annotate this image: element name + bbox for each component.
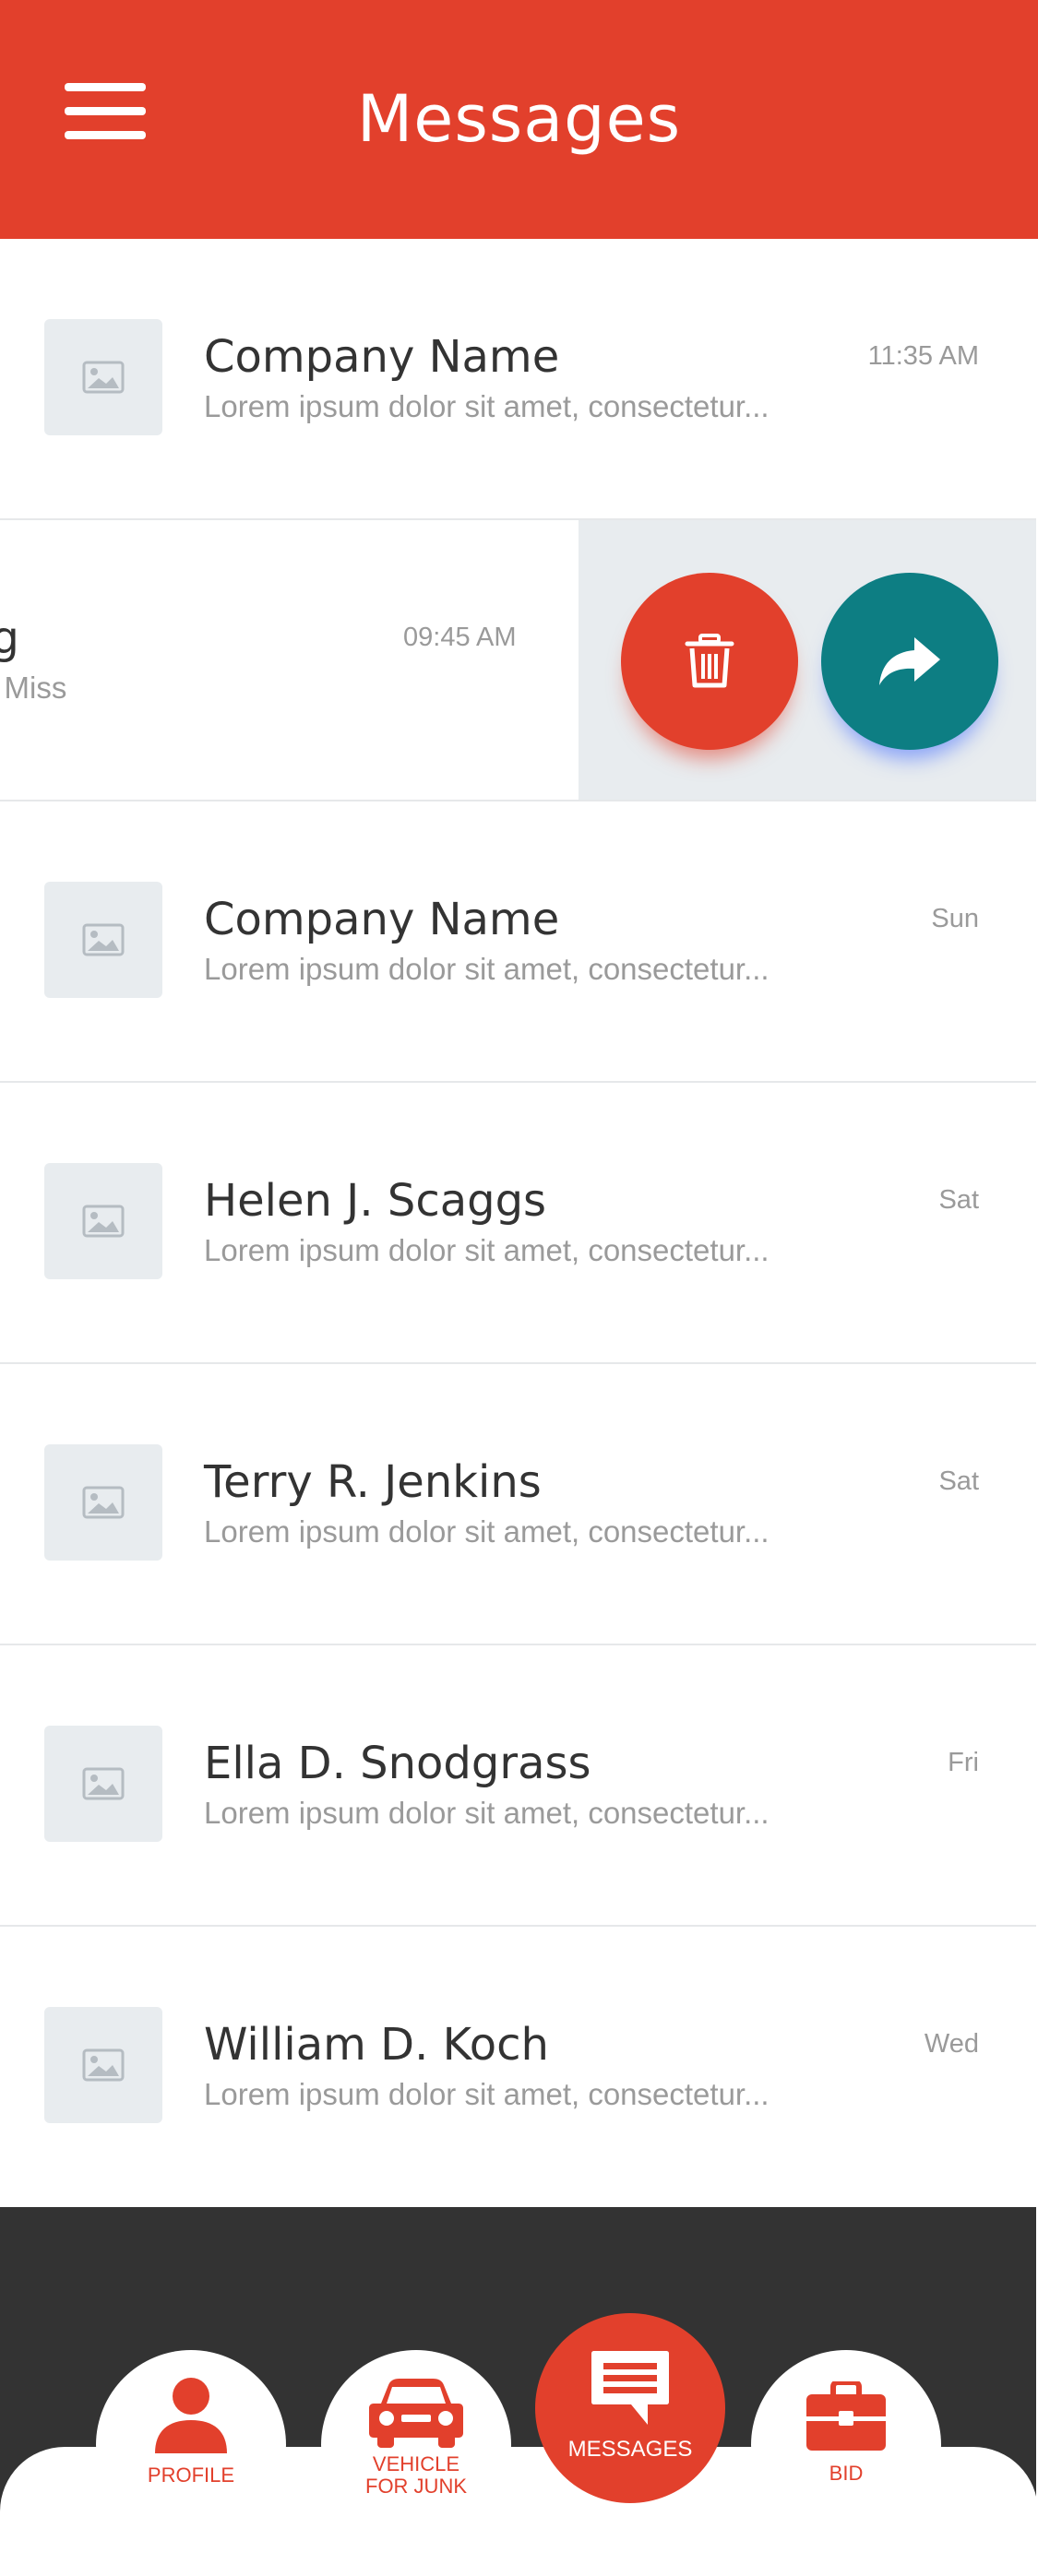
message-row-swiped[interactable]: ng or Miss 09:45 AM	[0, 520, 1036, 801]
briefcase-icon	[806, 2381, 886, 2451]
message-preview: Lorem ipsum dolor sit amet, consectetur.…	[204, 1233, 770, 1267]
message-sender: William D. Koch	[204, 2019, 549, 2071]
message-time: 11:35 AM	[867, 341, 979, 371]
nav-vehicle-label-line2: FOR JUNK	[365, 2475, 467, 2498]
message-preview: Lorem ipsum dolor sit amet, consectetur.…	[204, 1514, 770, 1549]
nav-messages[interactable]: MESSAGES	[535, 2313, 725, 2503]
image-placeholder-icon	[44, 319, 162, 435]
message-row[interactable]: Ella D. Snodgrass Lorem ipsum dolor sit …	[0, 1645, 1036, 1927]
image-placeholder-icon	[44, 1444, 162, 1561]
message-preview: Lorem ipsum dolor sit amet, consectetur.…	[204, 952, 770, 986]
app-header: Messages	[0, 0, 1038, 239]
car-icon	[369, 2379, 463, 2448]
message-preview: or Miss	[0, 671, 67, 705]
message-time: Wed	[924, 2029, 979, 2059]
message-time: Fri	[948, 1748, 979, 1777]
message-sender: Company Name	[204, 894, 560, 945]
message-row[interactable]: Company Name Lorem ipsum dolor sit amet,…	[0, 801, 1036, 1083]
message-time: 09:45 AM	[403, 623, 517, 652]
nav-profile[interactable]: PROFILE	[96, 2350, 286, 2540]
message-sender: ng	[0, 612, 19, 664]
person-icon	[155, 2378, 227, 2453]
message-preview: Lorem ipsum dolor sit amet, consectetur.…	[204, 2077, 770, 2111]
message-row[interactable]: Terry R. Jenkins Lorem ipsum dolor sit a…	[0, 1364, 1036, 1645]
swipe-actions	[579, 520, 1036, 800]
forward-arrow-icon	[879, 637, 940, 685]
image-placeholder-icon	[44, 2007, 162, 2123]
trash-icon	[685, 634, 734, 688]
message-time: Sat	[938, 1466, 979, 1496]
message-sender: Terry R. Jenkins	[204, 1456, 542, 1508]
nav-bid[interactable]: BID	[751, 2350, 941, 2540]
message-row[interactable]: William D. Koch Lorem ipsum dolor sit am…	[0, 1927, 1036, 2208]
nav-profile-label: PROFILE	[147, 2463, 235, 2487]
nav-messages-label: MESSAGES	[567, 2437, 693, 2462]
delete-button[interactable]	[621, 573, 798, 750]
message-row[interactable]: Helen J. Scaggs Lorem ipsum dolor sit am…	[0, 1083, 1036, 1364]
message-row[interactable]: Company Name Lorem ipsum dolor sit amet,…	[0, 239, 1036, 520]
message-sender: Company Name	[204, 331, 560, 383]
nav-bid-label: BID	[829, 2462, 864, 2485]
message-preview: Lorem ipsum dolor sit amet, consectetur.…	[204, 389, 770, 423]
nav-vehicle-label-line1: VEHICLE	[372, 2452, 460, 2475]
message-time: Sat	[938, 1185, 979, 1215]
nav-vehicle-for-junk[interactable]: VEHICLE FOR JUNK	[321, 2350, 511, 2540]
forward-button[interactable]	[821, 573, 998, 750]
image-placeholder-icon	[44, 1726, 162, 1842]
image-placeholder-icon	[44, 882, 162, 998]
message-sender: Helen J. Scaggs	[204, 1175, 547, 1227]
image-placeholder-icon	[44, 1163, 162, 1279]
message-preview: Lorem ipsum dolor sit amet, consectetur.…	[204, 1796, 770, 1830]
message-time: Sun	[931, 904, 979, 933]
message-icon	[591, 2351, 669, 2425]
page-title: Messages	[356, 81, 682, 157]
message-sender: Ella D. Snodgrass	[204, 1738, 591, 1789]
